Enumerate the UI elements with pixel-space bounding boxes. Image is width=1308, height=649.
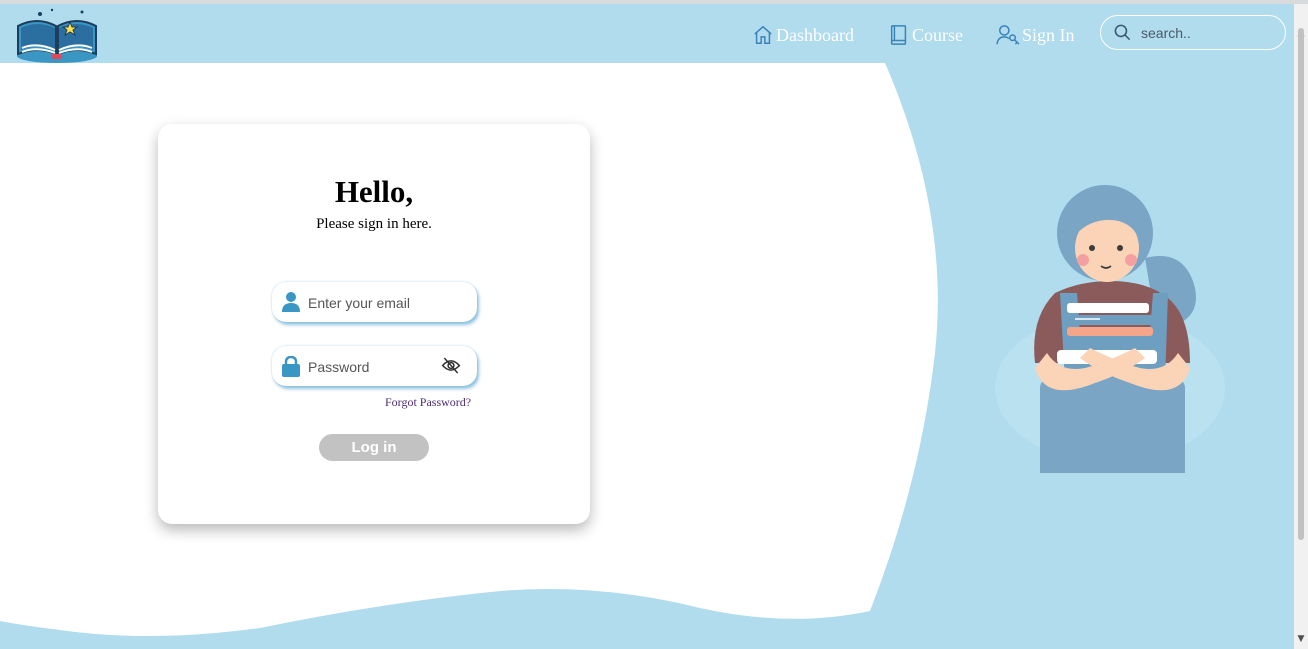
navbar: Dashboard Course Sign In (0, 4, 1294, 63)
search-icon (1114, 24, 1131, 41)
user-key-icon (996, 25, 1020, 45)
login-card: Hello, Please sign in here. Forgot Passw… (158, 124, 590, 524)
lock-icon (282, 356, 300, 377)
password-input[interactable] (306, 356, 440, 378)
email-input[interactable] (306, 292, 440, 314)
login-title: Hello, (334, 174, 414, 209)
nav-signin-label: Sign In (1022, 24, 1075, 45)
forgot-password-link[interactable]: Forgot Password? (385, 395, 471, 410)
nav-dashboard-label: Dashboard (776, 24, 854, 45)
scroll-down-icon[interactable]: ▼ (1296, 634, 1306, 644)
book-icon (890, 25, 907, 45)
girl-holding-books-illustration (995, 185, 1225, 473)
search-box[interactable] (1100, 15, 1286, 50)
nav-dashboard-link[interactable]: Dashboard (752, 23, 854, 47)
main-content: Hello, Please sign in here. Forgot Passw… (0, 63, 1294, 649)
open-book-logo-icon[interactable] (12, 6, 102, 64)
eye-slash-icon[interactable] (441, 357, 461, 374)
password-field[interactable] (272, 346, 477, 386)
search-input[interactable] (1139, 23, 1273, 42)
user-icon (282, 292, 300, 312)
vertical-scrollbar[interactable]: ▲ ▼ (1294, 4, 1308, 649)
scrollbar-thumb[interactable] (1298, 28, 1304, 540)
nav-course-link[interactable]: Course (888, 23, 963, 47)
email-field[interactable] (272, 282, 477, 322)
login-button[interactable]: Log in (319, 434, 429, 461)
login-subtitle: Please sign in here. (316, 216, 432, 232)
nav-signin-link[interactable]: Sign In (996, 23, 1075, 47)
home-icon (754, 25, 772, 44)
nav-course-label: Course (912, 24, 963, 45)
